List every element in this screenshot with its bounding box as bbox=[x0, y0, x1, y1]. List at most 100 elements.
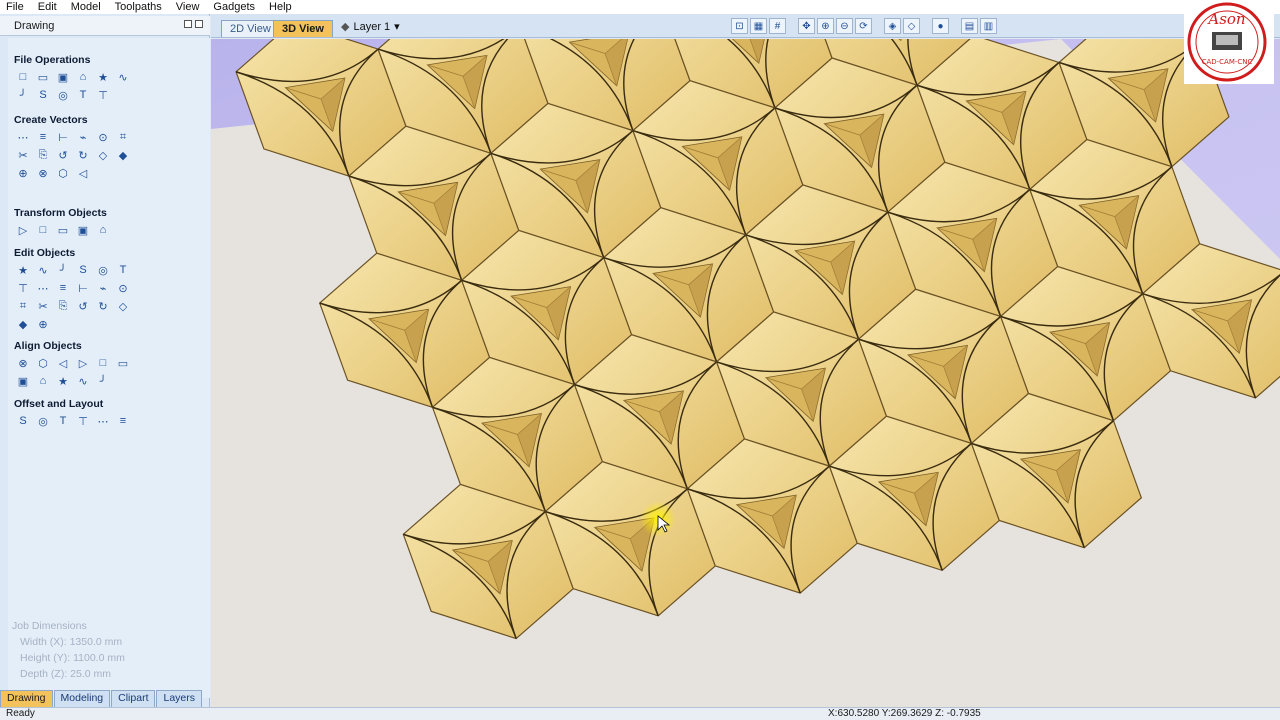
move-icon[interactable]: ▷ bbox=[15, 223, 31, 237]
menu-gadgets[interactable]: Gadgets bbox=[213, 1, 255, 13]
align-h-icon[interactable]: ⬡ bbox=[35, 356, 51, 370]
zoom-in-icon[interactable]: ⊕ bbox=[817, 18, 834, 34]
distribute-h-icon[interactable]: ▣ bbox=[15, 374, 31, 388]
zoom-extents-icon[interactable]: ⊡ bbox=[731, 18, 748, 34]
select-all-icon[interactable]: ∿ bbox=[115, 70, 131, 84]
arc-icon[interactable]: ✂ bbox=[15, 148, 31, 162]
menu-view[interactable]: View bbox=[176, 1, 200, 13]
align-v-icon[interactable]: ◁ bbox=[55, 356, 71, 370]
top-view-icon[interactable]: ◇ bbox=[903, 18, 920, 34]
spacing-icon[interactable]: ∿ bbox=[75, 374, 91, 388]
join-nodes-icon[interactable]: ◇ bbox=[115, 299, 131, 313]
scale-icon[interactable]: □ bbox=[35, 223, 51, 237]
rotate-view-icon[interactable]: ⟳ bbox=[855, 18, 872, 34]
spacing-v-icon[interactable]: ╯ bbox=[95, 374, 111, 388]
redo-icon[interactable]: ⊤ bbox=[95, 88, 111, 102]
chamfer-icon[interactable]: ⋯ bbox=[35, 281, 51, 295]
corner-icon[interactable]: ⊕ bbox=[35, 317, 51, 331]
split-icon[interactable]: ↻ bbox=[95, 299, 111, 313]
shading-icon[interactable]: ● bbox=[932, 18, 949, 34]
circle-icon[interactable]: ⋯ bbox=[15, 130, 31, 144]
align-center-icon[interactable]: ⊗ bbox=[15, 356, 31, 370]
pin-icon[interactable] bbox=[184, 20, 192, 28]
3d-viewport[interactable] bbox=[211, 39, 1280, 707]
tab-2d-view[interactable]: 2D View bbox=[221, 20, 280, 37]
paste-icon[interactable]: ◎ bbox=[55, 88, 71, 102]
3d-scene[interactable] bbox=[211, 39, 1280, 707]
tab-layers[interactable]: Layers bbox=[156, 690, 202, 707]
grid-icon[interactable]: # bbox=[769, 18, 786, 34]
close-icon[interactable]: ✂ bbox=[35, 299, 51, 313]
offset-layout-icon[interactable]: S bbox=[15, 414, 31, 428]
arc-fit-icon[interactable]: ⌗ bbox=[15, 299, 31, 313]
iso-view-icon[interactable]: ◈ bbox=[884, 18, 901, 34]
layout-icon[interactable]: ▤ bbox=[961, 18, 978, 34]
tab-3d-view[interactable]: 3D View bbox=[273, 20, 333, 37]
cut-icon[interactable]: ╯ bbox=[15, 88, 31, 102]
panel-close-icon[interactable] bbox=[195, 20, 203, 28]
node-add-icon[interactable]: ∿ bbox=[35, 263, 51, 277]
boolean-icon[interactable]: ↺ bbox=[75, 299, 91, 313]
convert-icon[interactable]: ⊙ bbox=[115, 281, 131, 295]
ellipse-icon[interactable]: ≡ bbox=[35, 130, 51, 144]
zoom-out-icon[interactable]: ⊖ bbox=[836, 18, 853, 34]
trace-icon[interactable]: ⬡ bbox=[55, 166, 71, 180]
rotate-icon[interactable]: ▭ bbox=[55, 223, 71, 237]
array-icon[interactable]: ◎ bbox=[35, 414, 51, 428]
star-icon[interactable]: ⊙ bbox=[95, 130, 111, 144]
menu-model[interactable]: Model bbox=[71, 1, 101, 13]
snap-icon[interactable]: ◆ bbox=[15, 317, 31, 331]
menu-toolpaths[interactable]: Toolpaths bbox=[115, 1, 162, 13]
curve-fit-icon[interactable]: ⌁ bbox=[95, 281, 111, 295]
align-left-icon[interactable]: ▷ bbox=[75, 356, 91, 370]
copy-icon[interactable]: S bbox=[35, 88, 51, 102]
folder-icon[interactable]: ★ bbox=[95, 70, 111, 84]
align-bottom-icon[interactable]: ▭ bbox=[115, 356, 131, 370]
open-file-icon[interactable]: ▭ bbox=[35, 70, 51, 84]
zoom-box-icon[interactable]: ▦ bbox=[750, 18, 767, 34]
save-icon[interactable]: ▣ bbox=[55, 70, 71, 84]
node-edit-icon[interactable]: ★ bbox=[15, 263, 31, 277]
menu-edit[interactable]: Edit bbox=[38, 1, 57, 13]
tab-clipart[interactable]: Clipart bbox=[111, 690, 156, 707]
tab-drawing[interactable]: Drawing bbox=[0, 690, 53, 707]
import-icon[interactable]: ⌂ bbox=[75, 70, 91, 84]
nest-icon[interactable]: T bbox=[55, 414, 71, 428]
curve-icon[interactable]: ⎘ bbox=[35, 148, 51, 162]
menu-file[interactable]: File bbox=[6, 1, 24, 13]
split-view-icon[interactable]: ▥ bbox=[980, 18, 997, 34]
step-repeat-icon[interactable]: ⊤ bbox=[75, 414, 91, 428]
polygon-icon[interactable]: ⌁ bbox=[75, 130, 91, 144]
extend-icon[interactable]: ⊢ bbox=[75, 281, 91, 295]
menu-help[interactable]: Help bbox=[269, 1, 292, 13]
dimension-icon[interactable]: ⊗ bbox=[35, 166, 51, 180]
layer-selector[interactable]: ◆ Layer 1 ▾ bbox=[341, 20, 400, 34]
align-mid-icon[interactable]: ★ bbox=[55, 374, 71, 388]
pan-icon[interactable]: ✥ bbox=[798, 18, 815, 34]
section-align-objects: Align Objects bbox=[14, 340, 82, 352]
text-on-curve-icon[interactable]: ◆ bbox=[115, 148, 131, 162]
undo-icon[interactable]: T bbox=[75, 88, 91, 102]
tab-modeling[interactable]: Modeling bbox=[53, 690, 111, 707]
weld-icon[interactable]: S bbox=[75, 263, 91, 277]
offset-icon[interactable]: ◁ bbox=[75, 166, 91, 180]
text-box-icon[interactable]: ◇ bbox=[95, 148, 111, 162]
new-file-icon[interactable]: □ bbox=[15, 70, 31, 84]
polyline-icon[interactable]: ⌗ bbox=[115, 130, 131, 144]
rectangle-icon[interactable]: ⊢ bbox=[55, 130, 71, 144]
wrap-icon[interactable]: ≡ bbox=[115, 414, 131, 428]
join-icon[interactable]: ╯ bbox=[55, 263, 71, 277]
trim-icon[interactable]: T bbox=[115, 263, 131, 277]
align-top-icon[interactable]: □ bbox=[95, 356, 111, 370]
distribute-v-icon[interactable]: ⌂ bbox=[35, 374, 51, 388]
text-icon[interactable]: ↻ bbox=[75, 148, 91, 162]
adjust-text-icon[interactable]: ⊕ bbox=[15, 166, 31, 180]
cut-scissors-icon[interactable]: ≡ bbox=[55, 281, 71, 295]
fit-icon[interactable]: ⎘ bbox=[55, 299, 71, 313]
grid-layout-icon[interactable]: ⋯ bbox=[95, 414, 111, 428]
center-icon[interactable]: ⌂ bbox=[95, 223, 111, 237]
spiral-icon[interactable]: ↺ bbox=[55, 148, 71, 162]
mirror-icon[interactable]: ▣ bbox=[75, 223, 91, 237]
fillet-icon[interactable]: ⊤ bbox=[15, 281, 31, 295]
smooth-icon[interactable]: ◎ bbox=[95, 263, 111, 277]
